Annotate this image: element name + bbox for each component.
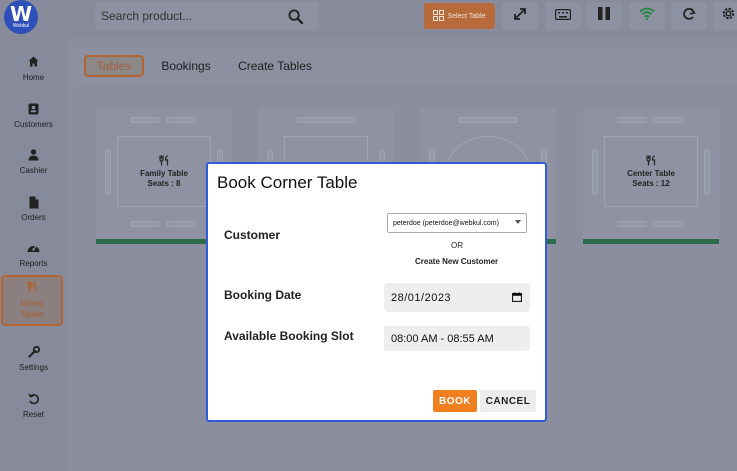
sidebar: Home Customers Cashier Orders Reports Di…	[0, 38, 67, 471]
logo-subtext: Webkul	[12, 23, 30, 29]
chair	[653, 117, 683, 123]
book-table-dialog: Book Corner Table Customer peterdoe (pet…	[206, 162, 547, 422]
chevron-down-icon	[515, 220, 521, 224]
table-shape: Center Table Seats : 12	[604, 136, 698, 207]
create-new-customer-link[interactable]: Create New Customer	[415, 257, 498, 266]
sidebar-item-reset[interactable]: Reset	[0, 383, 67, 429]
keyboard-button[interactable]	[545, 2, 581, 30]
booking-date-value: 28/01/2023	[391, 291, 452, 304]
select-table-label: Select Table	[447, 12, 486, 20]
sidebar-item-label: Orders	[21, 213, 46, 222]
table-shape: Family Table Seats : 8	[117, 136, 211, 207]
booking-date-input[interactable]: 28/01/2023	[384, 283, 530, 312]
search-placeholder: Search product...	[101, 9, 193, 23]
book-button[interactable]: BOOK	[433, 390, 477, 412]
availability-bar	[583, 239, 719, 244]
pause-icon	[598, 7, 610, 25]
utensils-icon	[158, 154, 170, 169]
chair	[130, 221, 160, 227]
table-card-center[interactable]: Center Table Seats : 12	[583, 107, 719, 244]
reports-icon	[27, 242, 40, 256]
dining-tables-icon	[26, 280, 38, 295]
customer-label: Customer	[224, 228, 281, 242]
keyboard-icon	[555, 7, 572, 25]
dialog-title: Book Corner Table	[217, 173, 358, 192]
search-input[interactable]: Search product...	[95, 2, 319, 30]
tab-label: Bookings	[161, 59, 211, 73]
tab-create-tables[interactable]: Create Tables	[234, 55, 316, 77]
chair	[592, 149, 598, 195]
chair	[617, 221, 647, 227]
logo-letter: W	[9, 2, 33, 26]
fullscreen-button[interactable]	[502, 2, 538, 30]
sidebar-item-orders[interactable]: Orders	[0, 186, 67, 232]
reset-icon	[27, 393, 40, 407]
cancel-button[interactable]: CANCEL	[480, 390, 536, 412]
booking-slot-label: Available Booking Slot	[224, 329, 354, 343]
customer-select[interactable]: peterdoe (peterdoe@webkul.com)	[387, 213, 527, 233]
sidebar-item-label: Settings	[19, 363, 48, 372]
tab-tables[interactable]: Tables	[84, 55, 144, 77]
table-grid-icon	[433, 9, 445, 23]
gear-icon	[721, 6, 736, 26]
booking-slot-select[interactable]: 08:00 AM - 08:55 AM	[384, 326, 530, 351]
tab-bookings[interactable]: Bookings	[158, 55, 214, 77]
table-name: Center Table	[627, 168, 675, 178]
sidebar-item-label: Home	[22, 73, 45, 82]
customers-icon	[28, 103, 39, 117]
chair	[653, 221, 683, 227]
fullscreen-icon	[513, 7, 527, 26]
cashier-icon	[28, 149, 39, 163]
wrench-icon	[27, 345, 40, 360]
tab-label: Create Tables	[238, 59, 312, 73]
calendar-icon[interactable]	[512, 292, 522, 305]
sidebar-item-settings[interactable]: Settings	[0, 336, 67, 382]
chair	[296, 117, 356, 123]
refresh-button[interactable]	[671, 2, 707, 30]
customer-select-value: peterdoe (peterdoe@webkul.com)	[393, 219, 499, 227]
table-seats: Seats : 8	[147, 178, 181, 188]
sidebar-item-label: Customers	[14, 120, 53, 129]
sidebar-item-label: Reset	[23, 410, 44, 419]
top-bar: W Webkul Search product... Select Table	[0, 0, 737, 38]
chair	[704, 149, 710, 195]
sidebar-item-label: Dining Tables	[20, 299, 44, 319]
sidebar-item-customers[interactable]: Customers	[0, 93, 67, 139]
sidebar-item-label: Cashier	[19, 166, 48, 175]
tab-label: Tables	[96, 59, 132, 73]
pause-button[interactable]	[586, 2, 622, 30]
table-seats: Seats : 12	[632, 178, 670, 188]
chair	[105, 149, 111, 195]
wifi-icon	[639, 7, 655, 25]
sidebar-item-reports[interactable]: Reports	[0, 232, 67, 278]
chair	[458, 117, 518, 123]
chair	[617, 117, 647, 123]
webkul-logo[interactable]: W Webkul	[4, 0, 38, 34]
sidebar-item-cashier[interactable]: Cashier	[0, 139, 67, 185]
chair	[166, 117, 196, 123]
orders-icon	[29, 196, 39, 210]
view-tabs: Tables Bookings Create Tables	[74, 48, 737, 84]
settings-button[interactable]	[713, 2, 737, 30]
booking-date-label: Booking Date	[224, 288, 302, 302]
refresh-icon	[682, 7, 696, 26]
search-icon[interactable]	[288, 9, 304, 29]
sidebar-item-home[interactable]: Home	[0, 46, 67, 92]
select-table-button[interactable]: Select Table	[424, 3, 495, 29]
table-name: Family Table	[140, 168, 188, 178]
sidebar-item-dining-tables[interactable]: Dining Tables	[1, 275, 63, 326]
chair	[166, 221, 196, 227]
or-separator: OR	[451, 241, 463, 250]
chair	[130, 117, 160, 123]
home-icon	[28, 56, 39, 70]
utensils-icon	[645, 154, 657, 169]
booking-slot-value: 08:00 AM - 08:55 AM	[391, 332, 494, 345]
sidebar-item-label: Reports	[19, 259, 48, 268]
wifi-button[interactable]	[629, 2, 665, 30]
